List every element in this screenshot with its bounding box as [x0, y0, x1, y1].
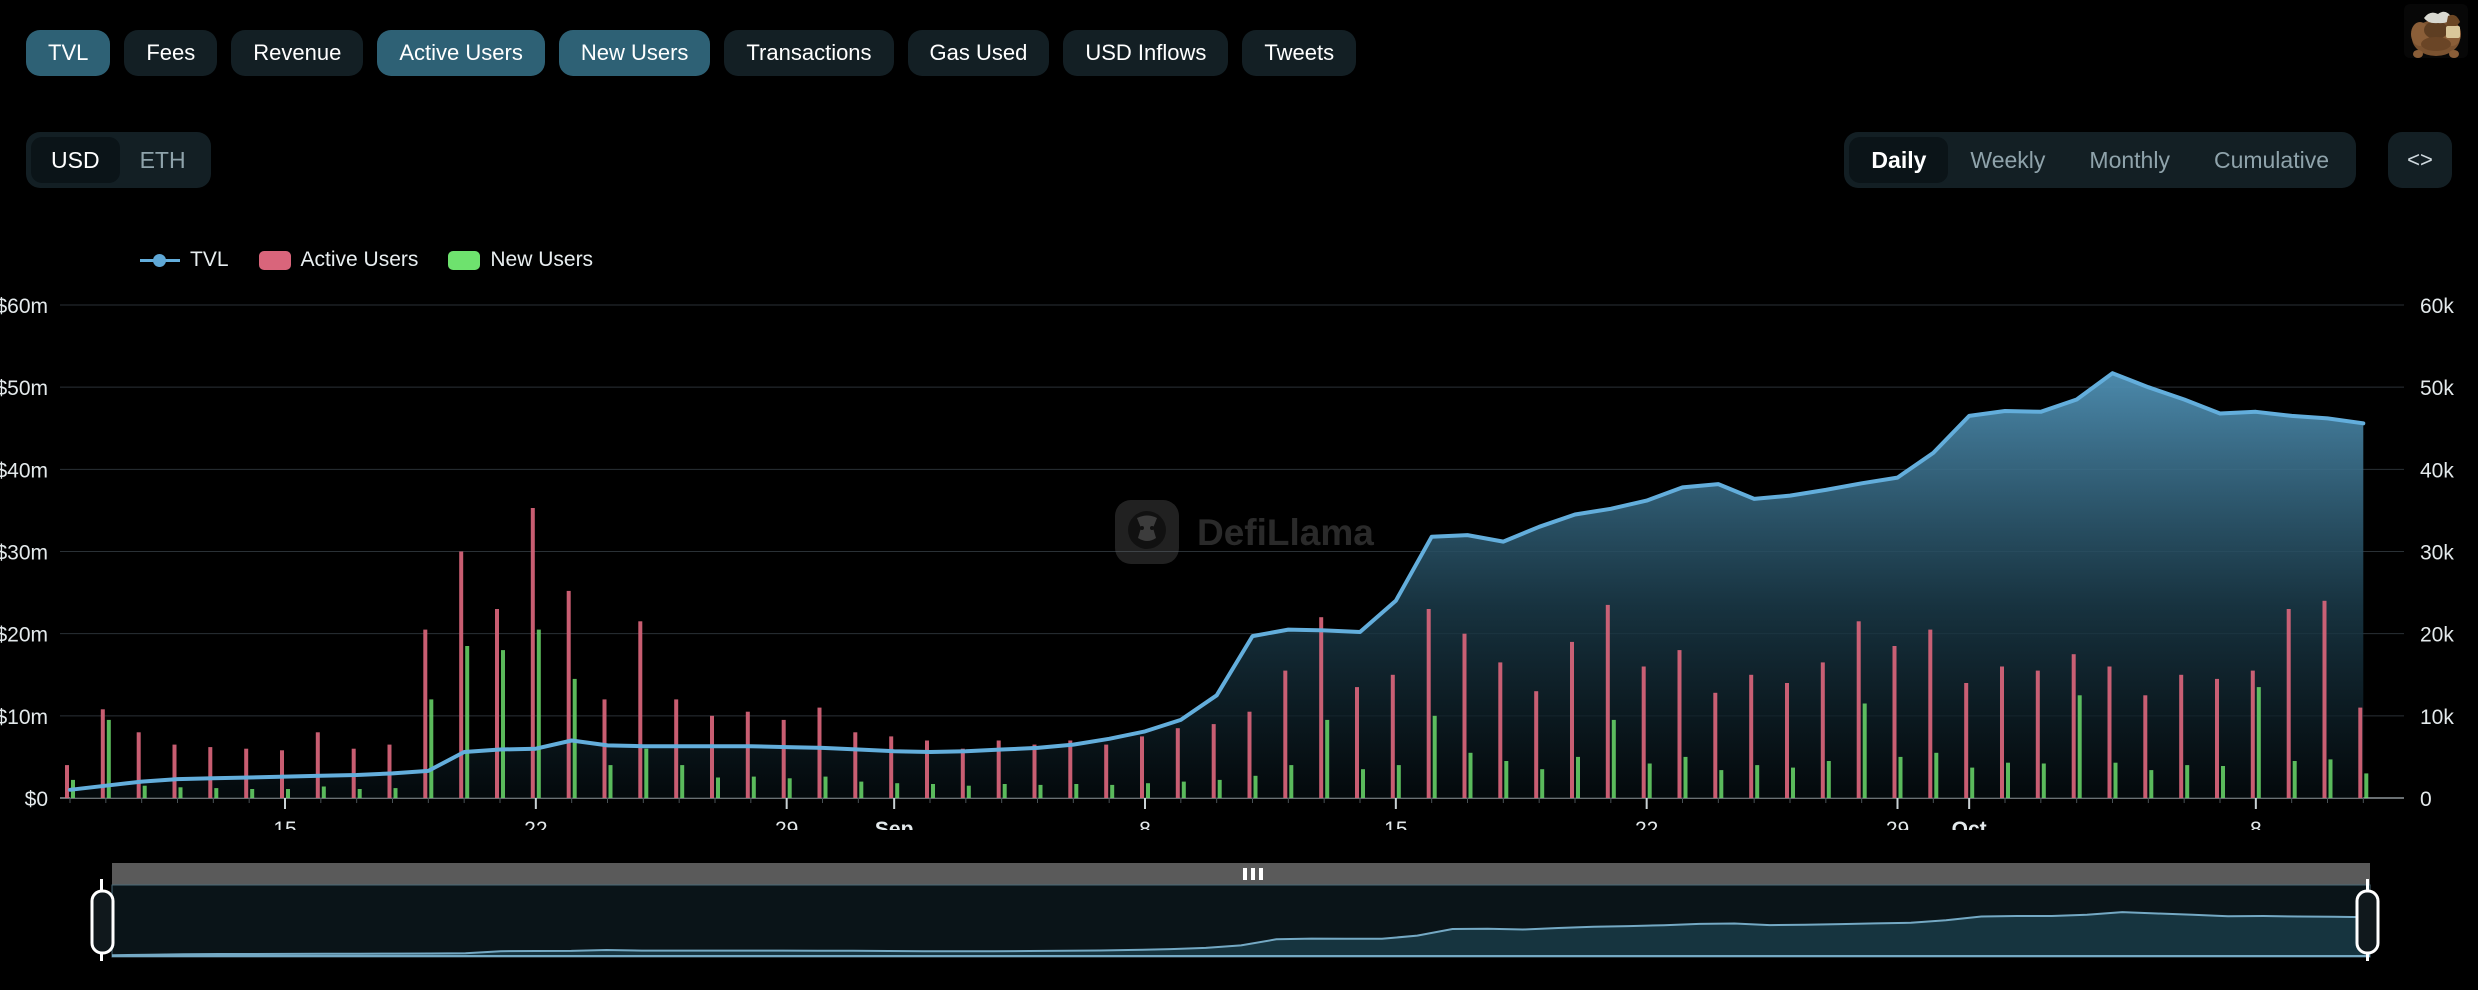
defillama-watermark: DefiLlama [1115, 500, 1374, 564]
period-label: Monthly [2089, 147, 2170, 174]
svg-text:DefiLlama: DefiLlama [1197, 512, 1374, 553]
y-axis-left-tick: $30m [0, 542, 48, 565]
metric-tab-gas-used[interactable]: Gas Used [908, 30, 1050, 76]
legend-item-active-users[interactable]: Active Users [259, 248, 419, 272]
metric-tab-revenue[interactable]: Revenue [231, 30, 363, 76]
period-cumulative[interactable]: Cumulative [2192, 137, 2351, 183]
x-axis-tick: 15 [273, 818, 296, 830]
period-monthly[interactable]: Monthly [2067, 137, 2192, 183]
chart-canvas[interactable]: DefiLlama $0 $10m $20m $30m $40m $50m $60m 0 10… [0, 285, 2478, 830]
metric-tab-usd-inflows[interactable]: USD Inflows [1063, 30, 1228, 76]
legend-item-new-users[interactable]: New Users [448, 248, 593, 272]
period-label: Weekly [1970, 147, 2045, 174]
brush-selection-bar[interactable] [112, 863, 2370, 885]
metric-tab-active-users[interactable]: Active Users [377, 30, 544, 76]
main-chart[interactable]: DefiLlama $0 $10m $20m $30m $40m $50m $60m 0 10… [0, 285, 2478, 830]
y-axis-right-tick: 50k [2420, 377, 2454, 400]
metric-tab-label: Revenue [253, 40, 341, 66]
user-avatar[interactable] [2404, 4, 2468, 58]
embed-code-button[interactable]: <> [2388, 132, 2452, 188]
legend-item-tvl[interactable]: TVL [140, 248, 229, 272]
metric-tab-fees[interactable]: Fees [124, 30, 217, 76]
y-axis-right-tick: 10k [2420, 706, 2454, 729]
tvl-area [70, 373, 2363, 798]
y-axis-left-tick: $10m [0, 706, 48, 729]
y-axis-left-tick: $20m [0, 624, 48, 647]
x-axis-labels: 15 22 29 Sep 8 15 22 29 Oct 8 [70, 798, 2363, 830]
x-axis-tick: 29 [1886, 818, 1909, 830]
x-axis-tick: 29 [775, 818, 798, 830]
period-label: Daily [1871, 147, 1926, 174]
brush-handle-left[interactable] [92, 891, 113, 953]
metric-tab-label: Transactions [746, 40, 871, 66]
metric-tab-label: Active Users [399, 40, 522, 66]
metric-tab-tvl[interactable]: TVL [26, 30, 110, 76]
metric-tabs: TVL Fees Revenue Active Users New Users … [26, 30, 1356, 76]
chart-legend: TVL Active Users New Users [140, 248, 593, 272]
period-daily[interactable]: Daily [1849, 137, 1948, 183]
metric-tab-tweets[interactable]: Tweets [1242, 30, 1356, 76]
metric-tab-transactions[interactable]: Transactions [724, 30, 893, 76]
y-axis-right-tick: 40k [2420, 459, 2454, 482]
code-icon: <> [2407, 147, 2433, 173]
denomination-label: ETH [140, 147, 186, 174]
denomination-eth[interactable]: ETH [120, 137, 206, 183]
y-axis-right-tick: 30k [2420, 542, 2454, 565]
metric-tab-label: TVL [48, 40, 88, 66]
y-axis-right-labels: 0 10k 20k 30k 40k 50k 60k [2420, 295, 2454, 811]
x-axis-tick: Oct [1952, 818, 1987, 830]
legend-line-dot-icon [140, 253, 180, 267]
period-selector: Daily Weekly Monthly Cumulative [1844, 132, 2356, 188]
metric-tab-label: Fees [146, 40, 195, 66]
period-weekly[interactable]: Weekly [1948, 137, 2067, 183]
metric-tab-label: USD Inflows [1085, 40, 1206, 66]
brush-handle-right[interactable] [2357, 891, 2378, 953]
chart-range-brush[interactable] [0, 855, 2478, 980]
brush-canvas[interactable] [0, 855, 2478, 980]
metric-tab-label: Gas Used [930, 40, 1028, 66]
x-axis-tick: 22 [524, 818, 547, 830]
chart-controls-row: USD ETH Daily Weekly Monthly Cumulative … [0, 132, 2478, 188]
y-axis-left-labels: $0 $10m $20m $30m $40m $50m $60m [0, 295, 48, 811]
x-axis-tick: 22 [1635, 818, 1658, 830]
denomination-usd[interactable]: USD [31, 137, 120, 183]
legend-swatch-icon [259, 251, 291, 270]
y-axis-right-tick: 60k [2420, 295, 2454, 318]
y-axis-left-tick: $0 [25, 788, 48, 811]
defillama-chart-page: TVL Fees Revenue Active Users New Users … [0, 0, 2478, 990]
x-axis-tick: Sep [875, 818, 914, 830]
x-axis-tick: 15 [1384, 818, 1407, 830]
y-axis-left-tick: $60m [0, 295, 48, 318]
period-label: Cumulative [2214, 147, 2329, 174]
x-axis-tick: 8 [2250, 818, 2262, 830]
legend-label: TVL [190, 248, 229, 272]
brush-grip[interactable] [1243, 868, 1263, 880]
y-axis-left-tick: $50m [0, 377, 48, 400]
denomination-toggle: USD ETH [26, 132, 211, 188]
avatar-image [2404, 4, 2468, 58]
metric-tab-new-users[interactable]: New Users [559, 30, 711, 76]
legend-swatch-icon [448, 251, 480, 270]
y-axis-right-tick: 0 [2420, 788, 2432, 811]
legend-label: New Users [490, 248, 593, 272]
y-axis-left-tick: $40m [0, 459, 48, 482]
metric-tab-label: Tweets [1264, 40, 1334, 66]
metric-tab-label: New Users [581, 40, 689, 66]
denomination-label: USD [51, 147, 100, 174]
x-axis-tick: 8 [1139, 818, 1151, 830]
legend-label: Active Users [301, 248, 419, 272]
y-axis-right-tick: 20k [2420, 624, 2454, 647]
